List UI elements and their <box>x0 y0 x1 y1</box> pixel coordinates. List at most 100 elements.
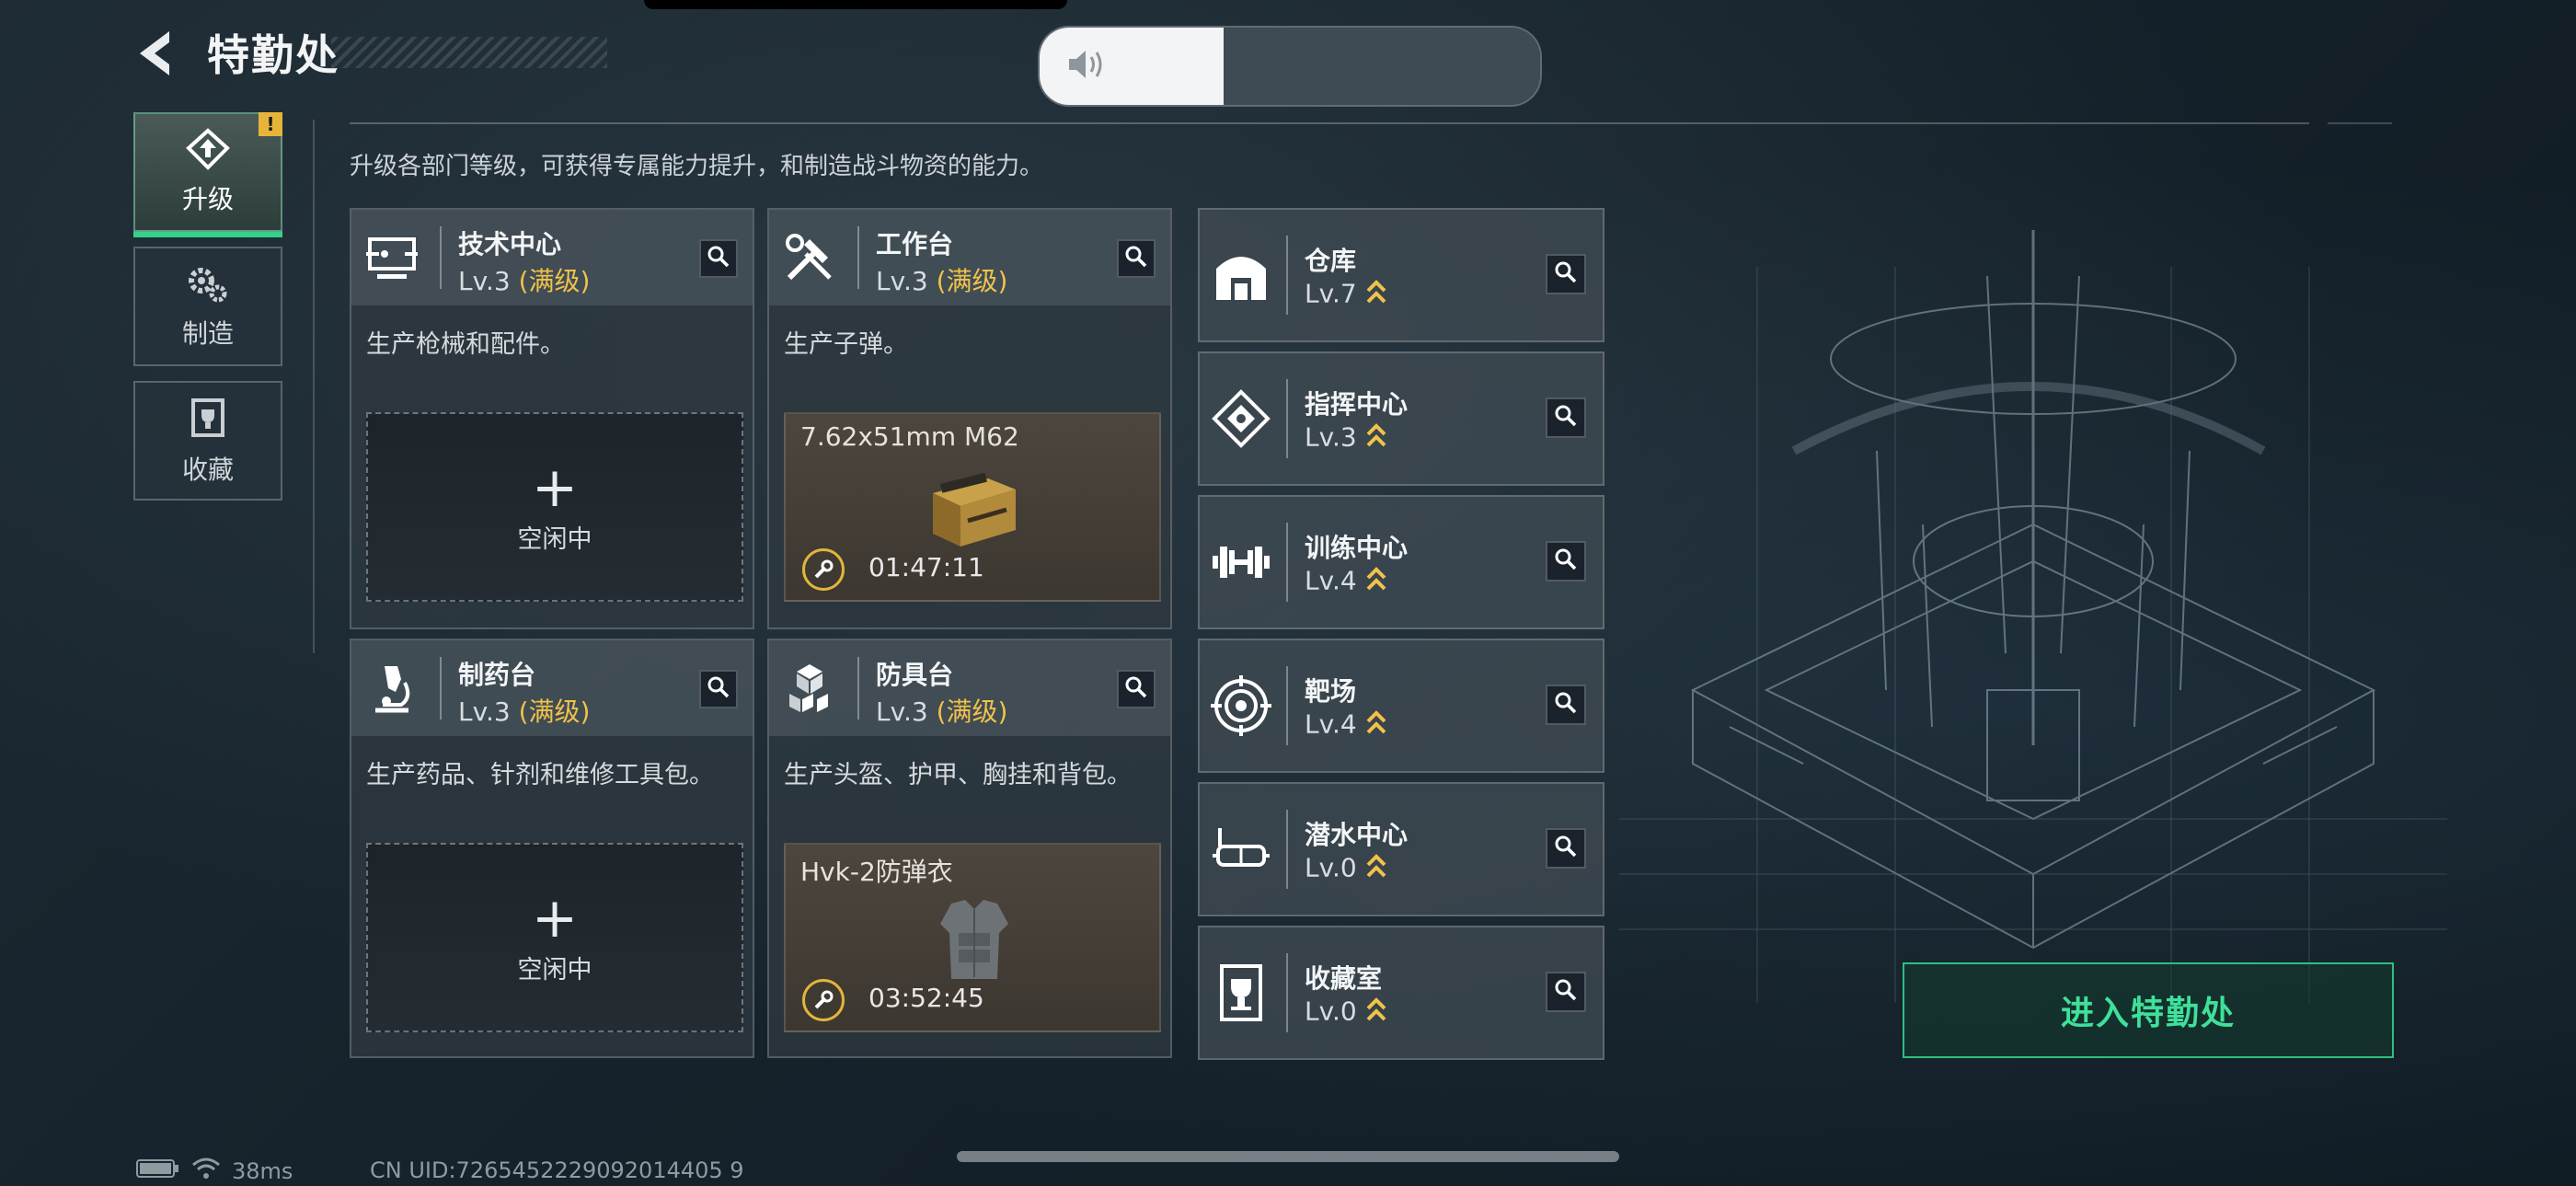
card-header: 工作台 Lv.3 (满级) <box>769 210 1170 305</box>
ammo-box-icon <box>924 466 1025 553</box>
inspect-button[interactable] <box>699 239 738 278</box>
workshop-level: Lv.3 (满级) <box>876 697 1008 727</box>
workshop-description: 生产子弹。 <box>784 330 908 359</box>
warehouse-icon <box>1211 245 1271 305</box>
upgrade-chevron-icon <box>1366 421 1386 455</box>
magnifier-icon <box>1554 404 1578 432</box>
nav-label: 收藏 <box>181 455 234 485</box>
facility-row-command-center[interactable]: 指挥中心 Lv.3 <box>1198 351 1604 486</box>
back-arrow-icon[interactable] <box>129 26 184 81</box>
facility-level: Lv.7 <box>1305 278 1386 312</box>
facility-name: 仓库 <box>1305 246 1357 276</box>
collection-icon <box>1211 962 1271 1023</box>
enter-special-ops-button[interactable]: 进入特勤处 <box>1903 962 2394 1058</box>
inspect-button[interactable] <box>1546 254 1586 294</box>
workshop-description: 生产枪械和配件。 <box>366 330 565 359</box>
magnifier-icon <box>1554 260 1578 288</box>
craft-timer: 01:47:11 <box>868 552 984 582</box>
nav-craft[interactable]: 制造 <box>133 247 282 366</box>
facility-row-diving-center[interactable]: 潜水中心 Lv.0 <box>1198 782 1604 916</box>
facility-name: 指挥中心 <box>1305 389 1409 420</box>
plus-icon: + <box>531 885 579 950</box>
facility-row-collection-room[interactable]: 收藏室 Lv.0 <box>1198 926 1604 1060</box>
device-status: 38ms <box>136 1157 293 1185</box>
workshop-level: Lv.3 (满级) <box>876 266 1008 296</box>
empty-craft-slot[interactable]: + 空闲中 <box>366 843 743 1032</box>
ping-value: 38ms <box>232 1158 293 1184</box>
workshop-card-tech-center[interactable]: 技术中心 Lv.3 (满级) 生产枪械和配件。 + 空闲中 <box>350 208 754 629</box>
inspect-button[interactable] <box>699 670 738 708</box>
separator <box>857 226 859 289</box>
battery-icon <box>136 1158 180 1184</box>
workshop-name: 工作台 <box>876 229 954 259</box>
diving-mask-icon <box>1211 819 1271 880</box>
max-level-tag: (满级) <box>518 697 591 727</box>
speaker-icon <box>1065 46 1111 86</box>
facility-row-warehouse[interactable]: 仓库 Lv.7 <box>1198 208 1604 342</box>
upgrade-chevron-icon <box>1366 565 1386 599</box>
gears-icon <box>185 262 231 308</box>
top-notch <box>644 0 1067 9</box>
empty-craft-slot[interactable]: + 空闲中 <box>366 412 743 602</box>
separator <box>440 226 442 289</box>
nav-collection[interactable]: 收藏 <box>133 381 282 501</box>
inspect-button[interactable] <box>1546 972 1586 1012</box>
inspect-button[interactable] <box>1117 239 1156 278</box>
separator <box>857 657 859 720</box>
title-decoration <box>331 37 607 68</box>
magnifier-icon <box>1554 547 1578 575</box>
wrench-icon <box>802 548 845 591</box>
workshop-card-pharmacy[interactable]: 制药台 Lv.3 (满级) 生产药品、针剂和维修工具包。 + 空闲中 <box>350 639 754 1058</box>
facility-row-training-center[interactable]: 训练中心 Lv.4 <box>1198 495 1604 629</box>
workshop-level: Lv.3 (满级) <box>458 697 591 727</box>
home-indicator[interactable] <box>957 1151 1619 1162</box>
facility-level: Lv.0 <box>1305 996 1386 1030</box>
workshop-card-workbench[interactable]: 工作台 Lv.3 (满级) 生产子弹。 7.62x51mm M62 01:47:… <box>767 208 1172 629</box>
inspect-button[interactable] <box>1546 541 1586 581</box>
divider <box>313 120 315 653</box>
audio-toggle-on[interactable] <box>1040 28 1224 105</box>
inspect-button[interactable] <box>1117 670 1156 708</box>
max-level-tag: (满级) <box>936 697 1008 727</box>
user-id: CN UID:7265452229092014405 9 <box>370 1157 744 1183</box>
upgrade-chevron-icon <box>1366 852 1386 886</box>
magnifier-icon <box>1554 835 1578 862</box>
upgrade-icon <box>185 128 231 174</box>
facility-level: Lv.4 <box>1305 708 1386 743</box>
product-name: 7.62x51mm M62 <box>800 421 1019 452</box>
crafting-product[interactable]: Hvk-2防弹衣 03:52:45 <box>784 843 1161 1032</box>
audio-toggle[interactable] <box>1038 26 1542 107</box>
section-description: 升级各部门等级，可获得专属能力提升，和制造战斗物资的能力。 <box>350 153 1044 180</box>
facility-name: 收藏室 <box>1305 963 1383 994</box>
facility-name: 潜水中心 <box>1305 820 1409 850</box>
craft-timer: 03:52:45 <box>868 983 984 1013</box>
workshop-card-armor[interactable]: 防具台 Lv.3 (满级) 生产头盔、护甲、胸挂和背包。 Hvk-2防弹衣 03… <box>767 639 1172 1058</box>
magnifier-icon <box>1124 675 1148 703</box>
separator <box>1286 523 1288 602</box>
command-center-icon <box>1211 388 1271 449</box>
workshop-description: 生产头盔、护甲、胸挂和背包。 <box>784 761 1132 789</box>
nav-upgrade[interactable]: ! 升级 <box>133 112 282 237</box>
magnifier-icon <box>1554 691 1578 719</box>
nav-label: 升级 <box>181 184 234 214</box>
magnifier-icon <box>707 675 730 703</box>
workshop-name: 制药台 <box>458 660 536 690</box>
inspect-button[interactable] <box>1546 828 1586 869</box>
separator <box>440 657 442 720</box>
idle-label: 空闲中 <box>517 955 592 984</box>
magnifier-icon <box>1554 978 1578 1006</box>
facility-level: Lv.4 <box>1305 565 1386 599</box>
computer-icon <box>364 230 420 285</box>
audio-toggle-off[interactable] <box>1224 28 1540 105</box>
facility-row-shooting-range[interactable]: 靶场 Lv.4 <box>1198 639 1604 773</box>
upgrade-chevron-icon <box>1366 708 1386 743</box>
tools-icon <box>782 230 837 285</box>
inspect-button[interactable] <box>1546 397 1586 438</box>
magnifier-icon <box>1124 245 1148 272</box>
crafting-product[interactable]: 7.62x51mm M62 01:47:11 <box>784 412 1161 602</box>
separator <box>1286 379 1288 458</box>
separator <box>1286 953 1288 1032</box>
plus-icon: + <box>531 455 579 520</box>
inspect-button[interactable] <box>1546 685 1586 725</box>
cubes-icon <box>782 661 837 716</box>
